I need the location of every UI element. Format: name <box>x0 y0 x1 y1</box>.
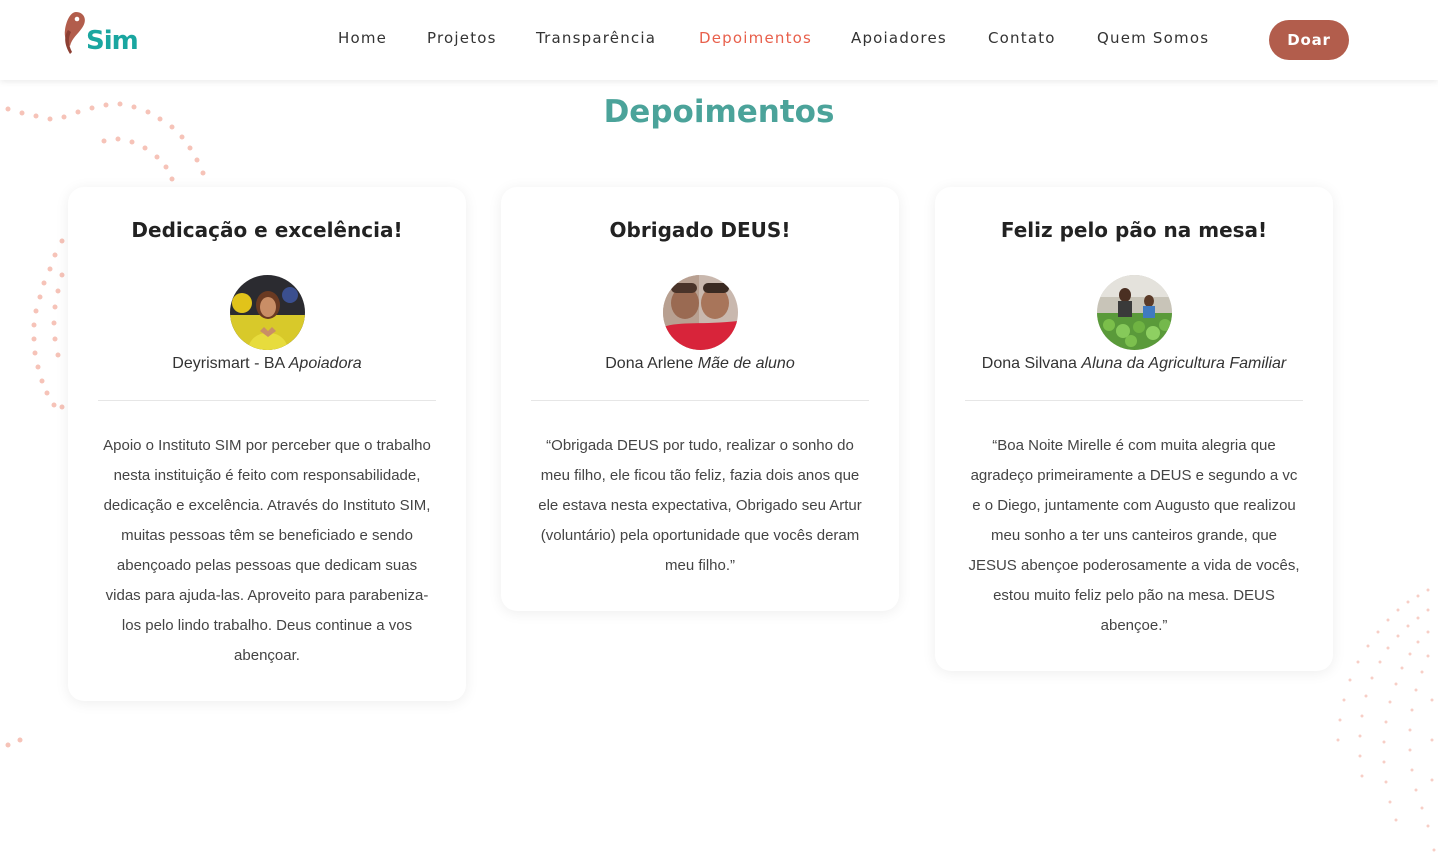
nav-home[interactable]: Home <box>338 29 387 47</box>
divider <box>98 400 436 401</box>
avatar <box>229 275 305 350</box>
author-role: Mãe de aluno <box>697 355 795 372</box>
site-header: Sim Home Projetos Transparência Depoimen… <box>0 0 1438 80</box>
nav-contato[interactable]: Contato <box>988 29 1056 47</box>
avatar <box>1096 275 1172 350</box>
donate-button[interactable]: Doar <box>1269 20 1349 60</box>
nav-depoimentos[interactable]: Depoimentos <box>699 29 812 47</box>
decorative-dots-right <box>1336 588 1436 852</box>
author-role: Aluna da Agricultura Familiar <box>1081 355 1287 372</box>
testimonial-quote: Apoio o Instituto SIM por perceber que o… <box>103 437 431 664</box>
page-title: Depoimentos <box>603 94 835 130</box>
testimonial-author: Dona Silvana Aluna da Agricultura Famili… <box>965 352 1303 376</box>
divider <box>531 400 869 401</box>
nav-projetos[interactable]: Projetos <box>427 29 497 47</box>
author-name: Deyrismart - BA <box>172 355 285 372</box>
testimonial-author: Dona Arlene Mãe de aluno <box>531 352 869 376</box>
author-role: Apoiadora <box>288 355 362 372</box>
testimonial-title: Feliz pelo pão na mesa! <box>1000 218 1268 242</box>
testimonial-title: Dedicação e excelência! <box>131 218 403 242</box>
avatar <box>662 275 738 350</box>
main-nav: Home Projetos Transparência Depoimentos … <box>0 29 1438 51</box>
author-name: Dona Silvana <box>981 355 1077 372</box>
testimonial-quote: “Obrigada DEUS por tudo, realizar o sonh… <box>538 437 862 574</box>
divider <box>965 400 1303 401</box>
testimonial-card: Dedicação e excelência! Deyrismart - BA … <box>68 187 466 701</box>
testimonial-title: Obrigado DEUS! <box>609 218 791 242</box>
nav-apoiadores[interactable]: Apoiadores <box>851 29 947 47</box>
author-name: Dona Arlene <box>605 355 694 372</box>
testimonial-card: Feliz pelo pão na mesa! Dona Silvana Alu… <box>935 187 1333 671</box>
nav-quem-somos[interactable]: Quem Somos <box>1097 29 1209 47</box>
nav-transparencia[interactable]: Transparência <box>536 29 656 47</box>
testimonial-quote: “Boa Noite Mirelle é com muita alegria q… <box>968 437 1300 634</box>
testimonial-author: Deyrismart - BA Apoiadora <box>98 352 436 376</box>
testimonial-card: Obrigado DEUS! Dona Arlene Mãe de aluno … <box>501 187 899 611</box>
